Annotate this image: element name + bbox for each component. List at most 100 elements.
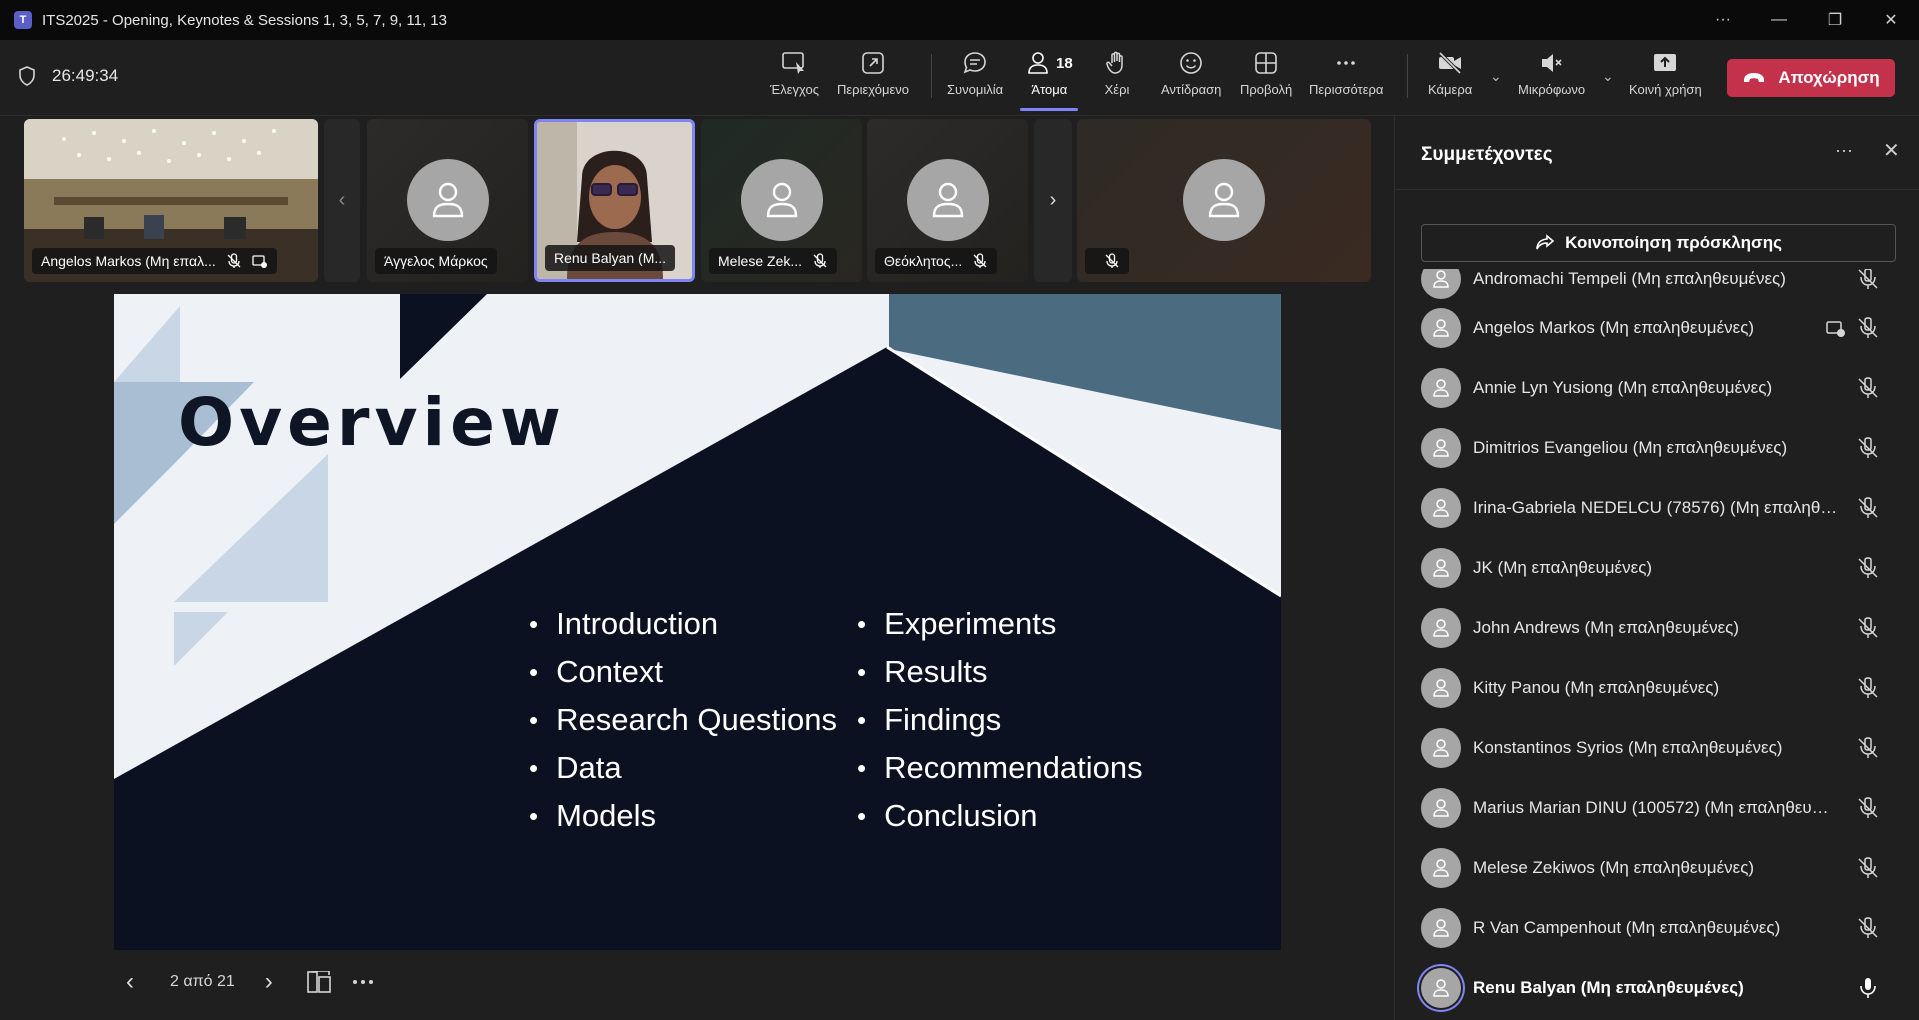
slide-more-icon[interactable] [351,978,375,986]
react-button[interactable]: Αντίδραση [1161,50,1221,97]
camera-label: Κάμερα [1428,82,1473,97]
people-icon [1028,52,1048,74]
person-icon [1433,319,1449,337]
mic-off-icon[interactable] [1857,617,1879,639]
mic-off-icon[interactable] [1857,557,1879,579]
participant-row[interactable]: JK (Μη επαληθευμένες) [1395,538,1919,598]
person-icon [1433,379,1449,397]
participant-row[interactable]: Dimitrios Evangeliou (Μη επαληθευμένες) [1395,418,1919,478]
raise-hand-label: Χέρι [1104,82,1130,97]
mic-off-icon[interactable] [1857,917,1879,939]
chat-button[interactable]: Συνομιλία [947,50,1003,97]
raise-hand-button[interactable]: Χέρι [1104,50,1130,97]
participant-row[interactable]: Melese Zekiwos (Μη επαληθευμένες) [1395,838,1919,898]
participant-row[interactable]: Annie Lyn Yusiong (Μη επαληθευμένες) [1395,358,1919,418]
mic-options-chevron-icon[interactable]: ⌄ [1602,68,1614,85]
mic-off-icon[interactable] [1857,797,1879,819]
mic-off-icon[interactable] [1857,437,1879,459]
video-tile-name: Θεόκλητος... [884,253,963,269]
participant-row[interactable]: Kitty Panou (Μη επαληθευμένες) [1395,658,1919,718]
hand-icon [1106,51,1123,74]
strip-next-button[interactable]: › [1034,119,1072,282]
participant-list: Andromachi Tempeli (Μη επαληθευμένες) Ang… [1395,269,1919,1020]
panel-close-icon[interactable]: ✕ [1883,138,1900,163]
participant-name: Marius Marian DINU (100572) (Μη επαληθευ… [1473,798,1838,817]
more-dots-icon [1337,61,1356,65]
video-tile-angelos-markos[interactable]: Angelos Markos (Μη επαλ... [24,119,318,282]
strip-prev-button[interactable]: ‹ [324,119,360,282]
camera-options-chevron-icon[interactable]: ⌄ [1490,68,1502,85]
video-tile-renu-balyan[interactable]: Renu Balyan (M... [534,119,695,282]
participant-row[interactable]: Renu Balyan (Μη επαληθευμένες) [1395,958,1919,1018]
slide-bullets-left: Introduction Context Research Questions … [529,600,837,840]
participant-row[interactable]: Angelos Markos (Μη επαληθευμένες) [1395,298,1919,358]
room-device-icon [252,255,267,268]
leave-label: Αποχώρηση [1778,68,1880,87]
control-button[interactable]: Έλεγχος [770,50,819,97]
window-more-icon[interactable]: ··· [1695,0,1751,40]
more-button[interactable]: Περισσότερα [1309,50,1383,97]
participant-row[interactable]: John Andrews (Μη επαληθευμένες) [1395,598,1919,658]
slide-sorter-icon[interactable] [306,971,331,993]
avatar [741,159,823,241]
mic-on-icon[interactable] [1857,977,1879,999]
mic-off-icon[interactable] [1857,377,1879,399]
camera-button[interactable]: Κάμερα [1428,50,1472,97]
video-tile-name: Renu Balyan (M... [554,250,667,266]
video-tile-angelos-greek[interactable]: Άγγελος Μάρκος [367,119,528,282]
video-tile-melese[interactable]: Melese Zek... [701,119,862,282]
slide-bullet: Context [529,648,837,696]
mic-off-icon[interactable] [1857,737,1879,759]
participant-row[interactable]: Konstantinos Syrios (Μη επαληθευμένες) [1395,718,1919,778]
mic-off-icon [973,253,987,268]
participant-row[interactable]: R Van Campenhout (Μη επαληθευμένες) [1395,898,1919,958]
participant-name: R Van Campenhout (Μη επαληθευμένες) [1473,918,1781,937]
mic-off-icon[interactable] [1857,269,1879,290]
close-window-button[interactable]: ✕ [1863,0,1919,40]
share-content-icon [862,52,884,74]
minimize-button[interactable]: — [1751,0,1807,40]
people-button[interactable]: 18 Άτομα [1026,50,1073,97]
slide-bullet: Data [529,744,837,792]
participant-name: Andromachi Tempeli (Μη επαληθευμένες) [1473,269,1786,288]
participant-name: Konstantinos Syrios (Μη επαληθευμένες) [1473,738,1783,757]
avatar [1421,668,1461,708]
avatar [1183,159,1265,241]
content-button[interactable]: Περιεχόμενο [837,50,909,97]
view-grid-icon [1255,52,1277,74]
person-icon [1433,439,1449,457]
participant-name: Dimitrios Evangeliou (Μη επαληθευμένες) [1473,438,1788,457]
smiley-icon [1180,52,1202,74]
participant-row[interactable]: Irina-Gabriela NEDELCU (78576) (Μη επαλη… [1395,478,1919,538]
person-icon [1433,799,1449,817]
slide-bullet: Findings [857,696,1143,744]
control-label: Έλεγχος [770,82,819,97]
prev-slide-button[interactable]: ‹ [126,968,134,996]
view-button[interactable]: Προβολή [1240,50,1292,97]
slide-bullet: Conclusion [857,792,1143,840]
mic-button[interactable]: Μικρόφωνο [1518,50,1585,97]
share-button[interactable]: Κοινή χρήση [1629,50,1702,97]
participant-row[interactable]: Marius Marian DINU (100572) (Μη επαληθευ… [1395,778,1919,838]
more-label: Περισσότερα [1309,82,1384,97]
room-device-icon [1826,321,1845,337]
video-tile-theoklitos[interactable]: Θεόκλητος... [867,119,1028,282]
avatar [1421,428,1461,468]
next-slide-button[interactable]: › [265,968,273,996]
mic-off-icon[interactable] [1857,497,1879,519]
person-icon [432,182,464,218]
mic-off-icon[interactable] [1857,677,1879,699]
video-tile-anonymous[interactable] [1077,119,1371,282]
mic-off-icon[interactable] [1857,317,1879,339]
person-icon [1433,559,1449,577]
teams-app-icon: T [14,11,32,29]
participant-name: Renu Balyan (Μη επαληθευμένες) [1473,978,1744,997]
avatar [1421,728,1461,768]
maximize-button[interactable]: ❐ [1807,0,1863,40]
participant-name: John Andrews (Μη επαληθευμένες) [1473,618,1739,637]
panel-more-icon[interactable]: ··· [1835,140,1853,161]
mic-off-icon[interactable] [1857,857,1879,879]
person-icon [932,182,964,218]
leave-button[interactable]: Αποχώρηση [1727,59,1895,97]
share-invite-button[interactable]: Κοινοποίηση πρόσκλησης [1421,224,1896,262]
